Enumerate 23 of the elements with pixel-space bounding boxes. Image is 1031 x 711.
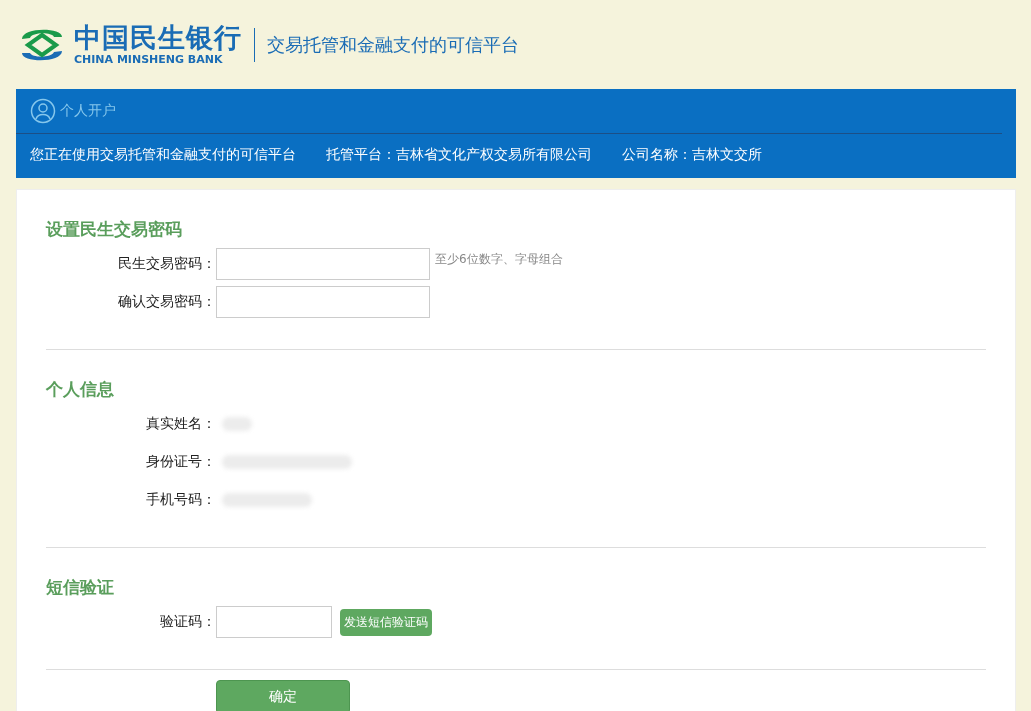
- info-text: 托管平台：吉林省文化产权交易所有限公司: [326, 146, 592, 164]
- section-title: 设置民生交易密码: [46, 218, 183, 241]
- bank-name: 中国民生银行: [74, 23, 242, 53]
- page-title: 个人开户: [60, 102, 116, 120]
- user-icon: [30, 98, 56, 124]
- field-label: 民生交易密码：: [117, 255, 216, 273]
- code-field[interactable]: [216, 606, 332, 638]
- confirm-button[interactable]: 确定: [216, 680, 350, 711]
- slogan: 交易托管和金融支付的可信平台: [267, 32, 519, 57]
- password-field[interactable]: [216, 248, 430, 280]
- info-text: 公司名称：吉林文交所: [622, 146, 762, 164]
- field-label: 手机号码：: [145, 491, 216, 509]
- field-label: 验证码：: [159, 613, 216, 631]
- send-code-button[interactable]: 发送短信验证码: [340, 608, 432, 636]
- section-title: 短信验证: [46, 576, 115, 599]
- section-title: 个人信息: [46, 378, 115, 401]
- field-hint: 至少6位数字、字母组合: [435, 251, 563, 268]
- bank-name-english: CHINA MINSHENG BANK: [74, 53, 224, 66]
- info-text: 您正在使用交易托管和金融支付的可信平台: [30, 146, 296, 164]
- password-field[interactable]: [216, 286, 430, 318]
- field-label: 身份证号：: [145, 453, 216, 471]
- field-label: 真实姓名：: [145, 415, 216, 433]
- field-label: 确认交易密码：: [117, 293, 216, 311]
